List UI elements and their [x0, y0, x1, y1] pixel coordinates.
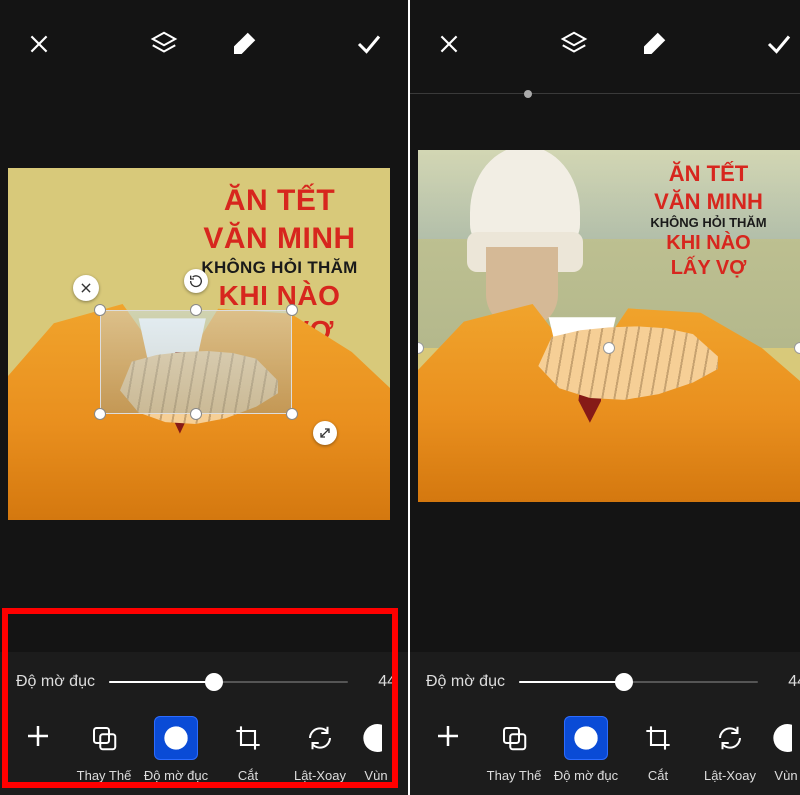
layers-icon[interactable] [557, 27, 591, 61]
top-toolbar [0, 0, 408, 88]
top-slider[interactable] [410, 88, 800, 100]
meme-line-3: KHÔNG HỎI THĂM [187, 257, 372, 278]
opacity-slider-row: Độ mờ đục 44 [426, 670, 800, 694]
add-button[interactable] [422, 716, 474, 756]
handle[interactable] [190, 408, 202, 420]
selection-close-icon[interactable] [73, 275, 99, 301]
editor-screen-left: ĂN TẾT VĂN MINH KHÔNG HỎI THĂM KHI NÀO L… [0, 0, 410, 795]
opacity-slider[interactable] [109, 670, 348, 694]
add-button[interactable] [12, 716, 64, 756]
selection-rotate-icon[interactable] [184, 269, 208, 293]
tool-opacity[interactable]: Độ mờ đục [550, 716, 622, 783]
tool-opacity-label: Độ mờ đục [554, 768, 618, 783]
tool-opacity[interactable]: Độ mờ đục [140, 716, 212, 783]
layers-icon[interactable] [147, 27, 181, 61]
meme-image: ĂN TẾT VĂN MINH KHÔNG HỎI THĂM KHI NÀO L… [418, 150, 800, 502]
tool-flip-rotate[interactable]: Lật-Xoay [694, 716, 766, 783]
handle[interactable] [286, 408, 298, 420]
slider-label: Độ mờ đục [16, 673, 95, 691]
handle[interactable] [94, 408, 106, 420]
slider-value: 44 [772, 673, 800, 691]
confirm-icon[interactable] [352, 27, 386, 61]
tool-crop[interactable]: Cắt [622, 716, 694, 783]
meme-line-2: VĂN MINH [187, 220, 372, 258]
meme-line-5: LẤY VỢ [631, 256, 786, 281]
close-icon[interactable] [432, 27, 466, 61]
tool-replace-label: Thay Thế [487, 768, 542, 783]
tool-row: Thay Thế Độ mờ đục Cắt Lật-Xoay Vùn [12, 716, 396, 783]
tool-replace[interactable]: Thay Thế [478, 716, 550, 783]
bottom-panel: Độ mờ đục 44 Thay Thế Độ mờ đ [410, 652, 800, 795]
editor-screen-right: ĂN TẾT VĂN MINH KHÔNG HỎI THĂM KHI NÀO L… [410, 0, 800, 795]
tool-region[interactable]: Vùn [766, 716, 800, 783]
eraser-icon[interactable] [227, 27, 261, 61]
tool-region[interactable]: Vùn [356, 716, 396, 783]
bottom-panel: Độ mờ đục 44 Thay Thế Độ mờ đ [0, 652, 408, 795]
meme-image: ĂN TẾT VĂN MINH KHÔNG HỎI THĂM KHI NÀO L… [8, 168, 390, 520]
tool-region-label: Vùn [774, 768, 797, 783]
handle[interactable] [603, 342, 615, 354]
meme-line-1: ĂN TẾT [631, 160, 786, 188]
selection-frame[interactable] [100, 310, 292, 414]
eraser-icon[interactable] [637, 27, 671, 61]
handle[interactable] [190, 304, 202, 316]
close-icon[interactable] [22, 27, 56, 61]
canvas-area[interactable]: ĂN TẾT VĂN MINH KHÔNG HỎI THĂM KHI NÀO L… [0, 88, 408, 652]
tool-crop-label: Cắt [648, 768, 668, 783]
tool-fliprotate-label: Lật-Xoay [704, 768, 756, 783]
opacity-slider[interactable] [519, 670, 758, 694]
meme-text: ĂN TẾT VĂN MINH KHÔNG HỎI THĂM KHI NÀO L… [631, 160, 786, 281]
handle[interactable] [286, 304, 298, 316]
slider-value: 44 [362, 673, 396, 691]
tool-crop-label: Cắt [238, 768, 258, 783]
meme-line-4: KHI NÀO [631, 231, 786, 256]
cartoon-suit [418, 282, 800, 502]
slider-label: Độ mờ đục [426, 673, 505, 691]
meme-line-3: KHÔNG HỎI THĂM [631, 215, 786, 231]
opacity-slider-row: Độ mờ đục 44 [16, 670, 396, 694]
handle[interactable] [794, 342, 800, 354]
tool-replace[interactable]: Thay Thế [68, 716, 140, 783]
confirm-icon[interactable] [762, 27, 796, 61]
handle[interactable] [94, 304, 106, 316]
tool-flip-rotate[interactable]: Lật-Xoay [284, 716, 356, 783]
tool-region-label: Vùn [364, 768, 387, 783]
tool-fliprotate-label: Lật-Xoay [294, 768, 346, 783]
meme-line-1: ĂN TẾT [187, 182, 372, 220]
tool-row: Thay Thế Độ mờ đục Cắt Lật-Xoay Vùn [422, 716, 800, 783]
selection-scale-icon[interactable] [313, 421, 337, 445]
top-toolbar [410, 0, 800, 88]
meme-line-2: VĂN MINH [631, 188, 786, 216]
canvas-area[interactable]: ĂN TẾT VĂN MINH KHÔNG HỎI THĂM KHI NÀO L… [410, 100, 800, 652]
tool-replace-label: Thay Thế [77, 768, 132, 783]
tool-opacity-label: Độ mờ đục [144, 768, 208, 783]
tool-crop[interactable]: Cắt [212, 716, 284, 783]
